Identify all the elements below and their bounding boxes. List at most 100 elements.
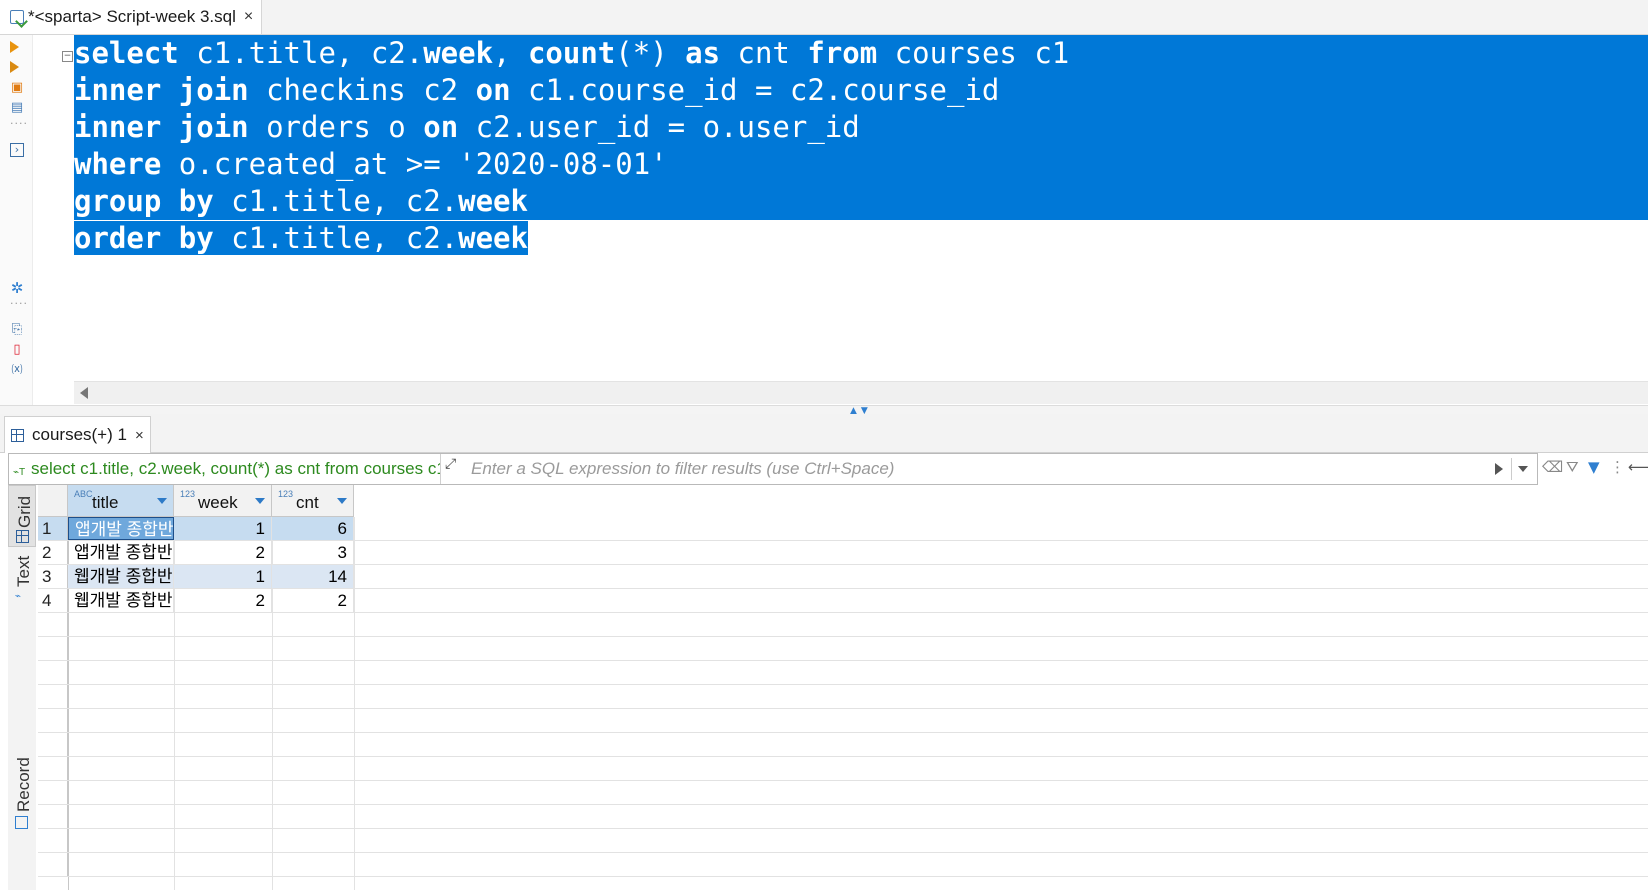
- cell-cnt[interactable]: 3: [272, 541, 354, 564]
- editor-tab-script[interactable]: *<sparta> Script-week 3.sql ×: [0, 0, 263, 34]
- sort-icon[interactable]: [337, 498, 347, 504]
- sort-icon[interactable]: [157, 498, 167, 504]
- cell-cnt[interactable]: 14: [272, 565, 354, 588]
- cell-title[interactable]: 앱개발 종합반: [68, 517, 174, 540]
- record-icon: [15, 816, 28, 829]
- execute-statement-icon[interactable]: [10, 41, 24, 55]
- table-row[interactable]: 3 웹개발 종합반 1 14: [38, 565, 1648, 589]
- sql-keyword: by: [178, 221, 214, 255]
- editor-tab-bar: *<sparta> Script-week 3.sql ×: [0, 0, 1648, 35]
- code-line[interactable]: group by c1.title, c2.week: [74, 183, 1648, 220]
- code-area[interactable]: select c1.title, c2.week, count(*) as cn…: [74, 35, 1648, 257]
- code-line[interactable]: inner join checkins c2 on c1.course_id =…: [74, 72, 1648, 109]
- sql-editor[interactable]: ▣ ▤ ···· › ✲ ···· ⎘ ▯ ⒳ − select c1.titl…: [0, 35, 1648, 405]
- sql-script-icon: [10, 10, 24, 24]
- column-header-week[interactable]: 123 week: [174, 485, 272, 517]
- cell-week[interactable]: 2: [174, 541, 272, 564]
- sort-icon[interactable]: [255, 498, 265, 504]
- sql-text: ,: [493, 36, 528, 70]
- results-tab[interactable]: courses(+) 1 ×: [4, 416, 151, 453]
- more-options-icon[interactable]: ⋮: [1610, 458, 1625, 476]
- row-number: [38, 637, 68, 660]
- column-header-label: title: [92, 493, 119, 512]
- row-number[interactable]: 3: [38, 565, 68, 588]
- row-number: [38, 661, 68, 684]
- result-grid[interactable]: ABC title 123 week 123 cnt 1 앱개발 종합반 1 6 2 앱개…: [38, 485, 1648, 890]
- row-number[interactable]: 2: [38, 541, 68, 564]
- horizontal-scrollbar[interactable]: [74, 381, 1648, 404]
- cell-title[interactable]: 웹개발 종합반: [68, 589, 174, 612]
- explain-plan-icon[interactable]: ▯: [10, 343, 24, 357]
- selected-code-text: order by c1.title, c2.week: [74, 221, 528, 255]
- expand-icon[interactable]: ⤢: [445, 456, 456, 472]
- cell-week[interactable]: 1: [174, 517, 272, 540]
- close-icon[interactable]: ×: [244, 8, 253, 26]
- selected-code-text: group by c1.title, c2.week: [74, 184, 528, 218]
- tab-grid[interactable]: Grid: [8, 485, 36, 547]
- back-arrow-icon[interactable]: ⟵: [1628, 458, 1648, 476]
- table-row[interactable]: 4 웹개발 종합반 2 2: [38, 589, 1648, 613]
- execute-script-new-tab-icon[interactable]: ▤: [10, 101, 24, 115]
- apply-filter-icon[interactable]: [1495, 463, 1503, 475]
- filter-input[interactable]: [465, 454, 1497, 484]
- table-row[interactable]: 2 앱개발 종합반 2 3: [38, 541, 1648, 565]
- result-view-tabs: Grid Text ⌁ Record: [8, 485, 36, 890]
- row-number: [38, 613, 68, 636]
- column-header-label: cnt: [296, 493, 319, 512]
- empty-row: [38, 757, 1648, 781]
- empty-row: [38, 709, 1648, 733]
- cell-title[interactable]: 앱개발 종합반: [68, 541, 174, 564]
- filter-settings-icon[interactable]: ⛛: [1566, 458, 1579, 476]
- empty-row: [38, 805, 1648, 829]
- row-number: [38, 709, 68, 732]
- code-line[interactable]: order by c1.title, c2.week: [74, 220, 1648, 257]
- code-line[interactable]: select c1.title, c2.week, count(*) as cn…: [74, 35, 1648, 72]
- export-icon[interactable]: ⎘: [10, 323, 24, 337]
- filter-history-dropdown[interactable]: [1511, 458, 1534, 480]
- sql-keyword: join: [178, 73, 249, 107]
- cell-week[interactable]: 2: [174, 589, 272, 612]
- gear-icon[interactable]: ✲: [10, 281, 24, 296]
- column-header-title[interactable]: ABC title: [68, 485, 174, 517]
- execute-statement-new-tab-icon[interactable]: [10, 61, 24, 75]
- row-number: [38, 829, 68, 852]
- row-number[interactable]: 4: [38, 589, 68, 612]
- fold-toggle-icon[interactable]: −: [62, 51, 73, 62]
- empty-row: [38, 829, 1648, 853]
- tab-text-label: Text: [14, 555, 33, 587]
- code-line[interactable]: inner join orders o on c2.user_id = o.us…: [74, 109, 1648, 146]
- sql-keyword: join: [178, 110, 249, 144]
- grid-corner[interactable]: [38, 485, 68, 517]
- table-row[interactable]: 1 앱개발 종합반 1 6: [38, 517, 1648, 541]
- sql-text: c1.course_id = c2.course_id: [510, 73, 1000, 107]
- scroll-left-icon[interactable]: [80, 387, 88, 399]
- eraser-icon[interactable]: ⌫: [1542, 458, 1563, 476]
- sql-text: orders o: [248, 110, 424, 144]
- filter-icon[interactable]: ▼: [1588, 458, 1600, 476]
- variables-icon[interactable]: ⒳: [10, 363, 24, 377]
- cell-cnt[interactable]: 2: [272, 589, 354, 612]
- selected-code-text: inner join checkins c2 on c1.course_id =…: [74, 73, 999, 107]
- code-line[interactable]: where o.created_at >= '2020-08-01': [74, 146, 1648, 183]
- terminal-icon[interactable]: ›: [10, 143, 24, 157]
- row-number[interactable]: 1: [38, 517, 68, 540]
- cell-week[interactable]: 1: [174, 565, 272, 588]
- panel-splitter[interactable]: ▲▼: [0, 405, 1648, 416]
- query-text[interactable]: ⌁T select c1.title, c2.week, count(*) as…: [9, 454, 441, 484]
- tab-text[interactable]: Text ⌁: [8, 547, 36, 605]
- sql-keyword: order: [74, 221, 162, 255]
- row-number: [38, 733, 68, 756]
- column-header-cnt[interactable]: 123 cnt: [272, 485, 354, 517]
- cell-title[interactable]: 웹개발 종합반: [68, 565, 174, 588]
- tab-record-label: Record: [14, 757, 33, 812]
- sql-keyword: on: [423, 110, 459, 144]
- tab-record[interactable]: Record: [8, 750, 36, 834]
- empty-row: [38, 733, 1648, 757]
- execute-script-icon[interactable]: ▣: [10, 81, 24, 95]
- close-icon[interactable]: ×: [135, 427, 144, 444]
- sql-keyword: as: [685, 36, 721, 70]
- tab-grid-label: Grid: [15, 495, 34, 528]
- cell-cnt[interactable]: 6: [272, 517, 354, 540]
- empty-row: [38, 685, 1648, 709]
